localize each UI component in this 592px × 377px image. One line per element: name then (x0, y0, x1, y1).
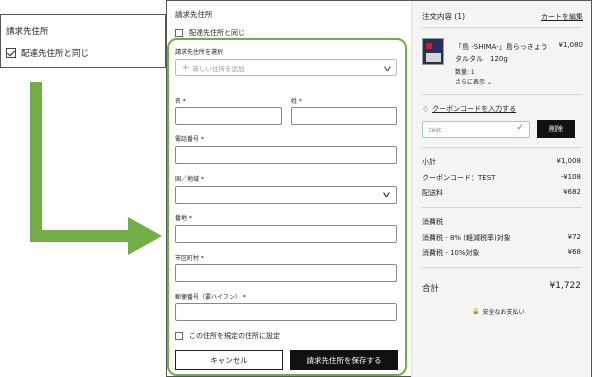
divider (422, 147, 582, 148)
phone-label: 電話番号 * (175, 136, 204, 143)
shipping-value: ¥682 (563, 188, 581, 196)
street-input[interactable] (175, 225, 397, 243)
subtotal-label: 小計 (422, 158, 436, 166)
same-as-shipping-label: 配達先住所と同じ (189, 29, 245, 37)
delete-coupon-button[interactable]: 削除 (537, 120, 575, 138)
save-billing-button[interactable]: 請求先住所を保存する (290, 350, 398, 370)
coupon-link-label: クーポンコードを入力する (432, 105, 517, 113)
order-summary-title: 注文内容 (1) (422, 12, 466, 21)
chevron-down-icon: v (382, 190, 391, 199)
first-name-label: 名 * (175, 98, 186, 105)
same-as-shipping-row[interactable]: 配達先住所と同じ (175, 28, 245, 38)
checkout-screenshot: 請求先住所 配達先住所と同じ 請求先住所を選択 + 新しい住所を追加 v 名 *… (166, 0, 592, 377)
tax10-value: ¥68 (567, 248, 581, 256)
select-address-label: 請求先住所を選択 (175, 49, 224, 56)
show-more-link[interactable]: さらに表示 ⌄ (455, 77, 492, 86)
total-label: 合計 (422, 284, 440, 294)
same-as-shipping-checkbox[interactable] (175, 29, 183, 37)
coupon-input-value: test (429, 125, 442, 134)
zip-input[interactable] (175, 303, 397, 321)
coupon-discount: -¥108 (560, 173, 581, 181)
divider (422, 207, 582, 208)
tax8-value: ¥72 (567, 233, 581, 241)
set-default-row[interactable]: この住所を規定の住所に設定 (175, 331, 280, 341)
last-name-label: 姓 * (291, 98, 302, 105)
city-label: 市区町村 * (175, 255, 204, 262)
set-default-label: この住所を規定の住所に設定 (189, 332, 280, 340)
green-arrow-icon (30, 82, 162, 255)
secure-payment-note: 🔒 安全なお支払い (472, 307, 525, 316)
secure-payment-label: 安全なお支払い (482, 309, 525, 316)
chevron-down-icon: ⌄ (486, 79, 492, 86)
subtotal-value: ¥1,008 (556, 157, 582, 165)
phone-input[interactable] (175, 146, 397, 164)
tag-icon: ♢ (422, 104, 430, 114)
billing-form-panel: 請求先住所 配達先住所と同じ 請求先住所を選択 + 新しい住所を追加 v 名 *… (167, 1, 411, 377)
city-input[interactable] (175, 264, 397, 282)
tax-label: 消費税 (422, 218, 443, 226)
order-summary: 注文内容 (1) カートを編集 「島 -SHIMA-」島らっきょう タルタル 1… (411, 1, 591, 377)
check-icon: ✓ (516, 123, 524, 133)
coupon-input[interactable]: test ✓ (422, 121, 530, 138)
divider (422, 267, 582, 268)
product-image (422, 38, 444, 65)
set-default-checkbox[interactable] (175, 332, 183, 340)
product-quantity: 数量: 1 (455, 69, 475, 76)
product-price: ¥1,080 (558, 41, 584, 49)
chevron-down-icon: v (383, 64, 392, 73)
zip-label: 郵便番号（要ハイフン） * (175, 294, 246, 301)
last-name-input[interactable] (291, 107, 397, 125)
country-label: 国／地域 * (175, 176, 204, 183)
divider (422, 94, 582, 95)
edit-cart-link[interactable]: カートを編集 (541, 12, 583, 22)
product-name: 「島 -SHIMA-」島らっきょう タルタル 120g (455, 43, 548, 63)
first-name-input[interactable] (175, 107, 282, 125)
select-address-value: 新しい住所を追加 (192, 64, 245, 73)
shipping-label: 配送料 (422, 189, 443, 197)
cancel-button[interactable]: キャンセル (175, 350, 283, 370)
plus-icon: + (182, 62, 190, 73)
country-select[interactable]: v (175, 186, 397, 204)
billing-title: 請求先住所 (175, 10, 213, 19)
select-address-dropdown[interactable]: + 新しい住所を追加 v (175, 59, 397, 76)
tax10-label: 消費税 - 10%対象 (422, 249, 480, 257)
divider (422, 27, 582, 28)
tax8-label: 消費税 - 8% (軽減税率)対象 (422, 234, 511, 242)
highlight-frame (167, 38, 407, 376)
street-label: 番地 * (175, 215, 192, 222)
coupon-label: クーポンコード：TEST (422, 174, 496, 182)
total-value: ¥1,722 (549, 281, 582, 291)
lock-icon: 🔒 (472, 308, 480, 315)
coupon-link[interactable]: ♢ クーポンコードを入力する (422, 104, 516, 114)
show-more-label: さらに表示 (455, 79, 486, 86)
